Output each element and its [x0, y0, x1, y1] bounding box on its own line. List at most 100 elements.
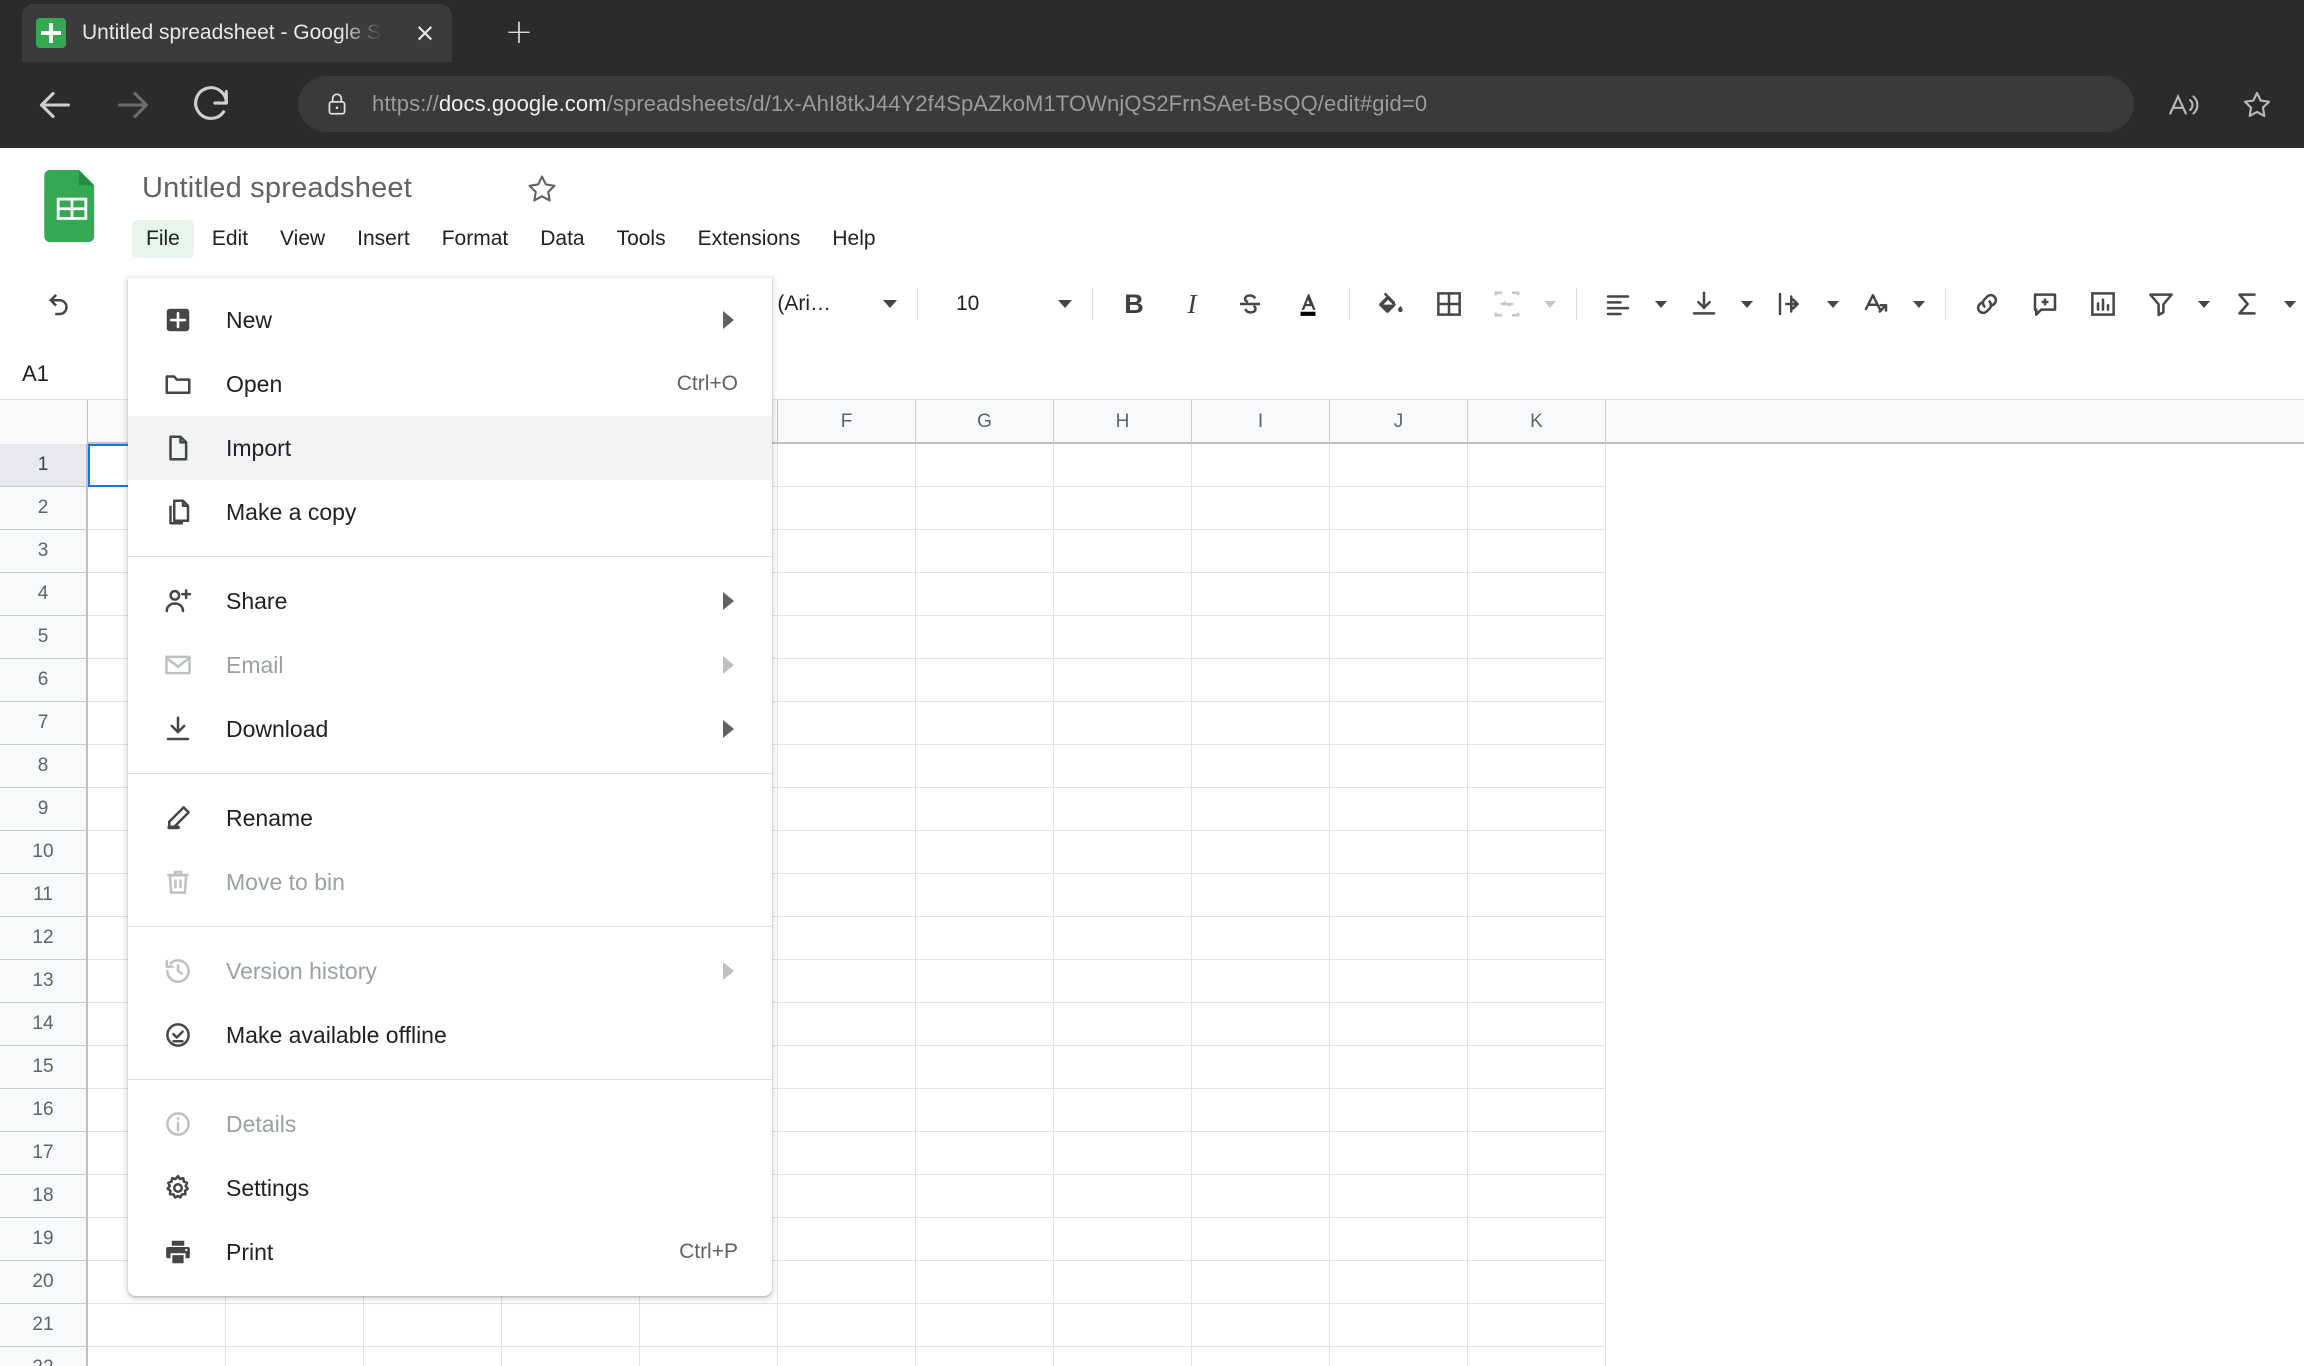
cell-F1[interactable]: [778, 444, 916, 487]
menu-help[interactable]: Help: [818, 220, 889, 258]
cell-K12[interactable]: [1468, 917, 1606, 960]
sigma-icon[interactable]: [2221, 278, 2273, 330]
text-rotation-chevron-down-icon[interactable]: [1913, 300, 1925, 308]
cell-J15[interactable]: [1330, 1046, 1468, 1089]
row-header-3[interactable]: 3: [0, 530, 86, 573]
cell-J20[interactable]: [1330, 1261, 1468, 1304]
cell-J22[interactable]: [1330, 1347, 1468, 1366]
row-header-17[interactable]: 17: [0, 1132, 86, 1175]
horizontal-align-icon[interactable]: [1592, 278, 1644, 330]
cell-I11[interactable]: [1192, 874, 1330, 917]
cell-D21[interactable]: [502, 1304, 640, 1347]
cell-H10[interactable]: [1054, 831, 1192, 874]
cell-G20[interactable]: [916, 1261, 1054, 1304]
cell-H2[interactable]: [1054, 487, 1192, 530]
cell-G8[interactable]: [916, 745, 1054, 788]
font-family-chevron-down-icon[interactable]: [883, 300, 897, 308]
cell-G4[interactable]: [916, 573, 1054, 616]
menu-tools[interactable]: Tools: [603, 220, 680, 258]
menu-insert[interactable]: Insert: [343, 220, 424, 258]
row-header-10[interactable]: 10: [0, 831, 86, 874]
cell-F9[interactable]: [778, 788, 916, 831]
google-sheets-logo-icon[interactable]: [44, 170, 100, 242]
row-header-14[interactable]: 14: [0, 1003, 86, 1046]
filter-chevron-down-icon[interactable]: [2198, 300, 2210, 308]
cell-C22[interactable]: [364, 1347, 502, 1366]
address-bar[interactable]: https://docs.google.com/spreadsheets/d/1…: [298, 76, 2134, 132]
horizontal-align-chevron-down-icon[interactable]: [1655, 300, 1667, 308]
cell-G15[interactable]: [916, 1046, 1054, 1089]
row-header-11[interactable]: 11: [0, 874, 86, 917]
cell-J16[interactable]: [1330, 1089, 1468, 1132]
cell-K17[interactable]: [1468, 1132, 1606, 1175]
cell-I6[interactable]: [1192, 659, 1330, 702]
cell-I18[interactable]: [1192, 1175, 1330, 1218]
cell-K3[interactable]: [1468, 530, 1606, 573]
cell-I16[interactable]: [1192, 1089, 1330, 1132]
menu-view[interactable]: View: [266, 220, 339, 258]
cell-K21[interactable]: [1468, 1304, 1606, 1347]
cell-G18[interactable]: [916, 1175, 1054, 1218]
cell-H6[interactable]: [1054, 659, 1192, 702]
row-header-15[interactable]: 15: [0, 1046, 86, 1089]
cell-F13[interactable]: [778, 960, 916, 1003]
functions-chevron-down-icon[interactable]: [2284, 300, 2296, 308]
cell-F3[interactable]: [778, 530, 916, 573]
row-header-2[interactable]: 2: [0, 487, 86, 530]
cell-K11[interactable]: [1468, 874, 1606, 917]
cell-G6[interactable]: [916, 659, 1054, 702]
menu-extensions[interactable]: Extensions: [684, 220, 815, 258]
cell-I21[interactable]: [1192, 1304, 1330, 1347]
row-header-19[interactable]: 19: [0, 1218, 86, 1261]
cell-H16[interactable]: [1054, 1089, 1192, 1132]
cell-H15[interactable]: [1054, 1046, 1192, 1089]
cell-J2[interactable]: [1330, 487, 1468, 530]
cell-H19[interactable]: [1054, 1218, 1192, 1261]
cell-G17[interactable]: [916, 1132, 1054, 1175]
cell-K1[interactable]: [1468, 444, 1606, 487]
cell-K2[interactable]: [1468, 487, 1606, 530]
cell-K18[interactable]: [1468, 1175, 1606, 1218]
cell-E22[interactable]: [640, 1347, 778, 1366]
cell-F14[interactable]: [778, 1003, 916, 1046]
cell-J21[interactable]: [1330, 1304, 1468, 1347]
menu-edit[interactable]: Edit: [198, 220, 262, 258]
cell-G12[interactable]: [916, 917, 1054, 960]
cell-H18[interactable]: [1054, 1175, 1192, 1218]
cell-A21[interactable]: [88, 1304, 226, 1347]
cell-F4[interactable]: [778, 573, 916, 616]
cell-I19[interactable]: [1192, 1218, 1330, 1261]
italic-button[interactable]: I: [1166, 278, 1218, 330]
cell-I13[interactable]: [1192, 960, 1330, 1003]
vertical-align-chevron-down-icon[interactable]: [1741, 300, 1753, 308]
close-icon[interactable]: ×: [412, 20, 438, 46]
cell-I10[interactable]: [1192, 831, 1330, 874]
cell-K4[interactable]: [1468, 573, 1606, 616]
file-menu-item-share[interactable]: Share: [128, 569, 772, 633]
column-header-j[interactable]: J: [1330, 400, 1468, 444]
read-aloud-icon[interactable]: [2166, 88, 2200, 122]
vertical-align-icon[interactable]: [1678, 278, 1730, 330]
cell-I17[interactable]: [1192, 1132, 1330, 1175]
cell-I20[interactable]: [1192, 1261, 1330, 1304]
browser-tab[interactable]: Untitled spreadsheet - Google Sh ×: [22, 4, 452, 62]
cell-K8[interactable]: [1468, 745, 1606, 788]
cell-J19[interactable]: [1330, 1218, 1468, 1261]
cell-K15[interactable]: [1468, 1046, 1606, 1089]
cell-F11[interactable]: [778, 874, 916, 917]
file-menu-item-open[interactable]: Open Ctrl+O: [128, 352, 772, 416]
file-menu-item-rename[interactable]: Rename: [128, 786, 772, 850]
row-header-9[interactable]: 9: [0, 788, 86, 831]
cell-G2[interactable]: [916, 487, 1054, 530]
cell-K22[interactable]: [1468, 1347, 1606, 1366]
row-header-21[interactable]: 21: [0, 1304, 86, 1347]
cell-C21[interactable]: [364, 1304, 502, 1347]
cell-I12[interactable]: [1192, 917, 1330, 960]
cell-F21[interactable]: [778, 1304, 916, 1347]
cell-K19[interactable]: [1468, 1218, 1606, 1261]
comment-icon[interactable]: [2019, 278, 2071, 330]
cell-K14[interactable]: [1468, 1003, 1606, 1046]
row-header-7[interactable]: 7: [0, 702, 86, 745]
column-header-k[interactable]: K: [1468, 400, 1606, 444]
row-header-18[interactable]: 18: [0, 1175, 86, 1218]
